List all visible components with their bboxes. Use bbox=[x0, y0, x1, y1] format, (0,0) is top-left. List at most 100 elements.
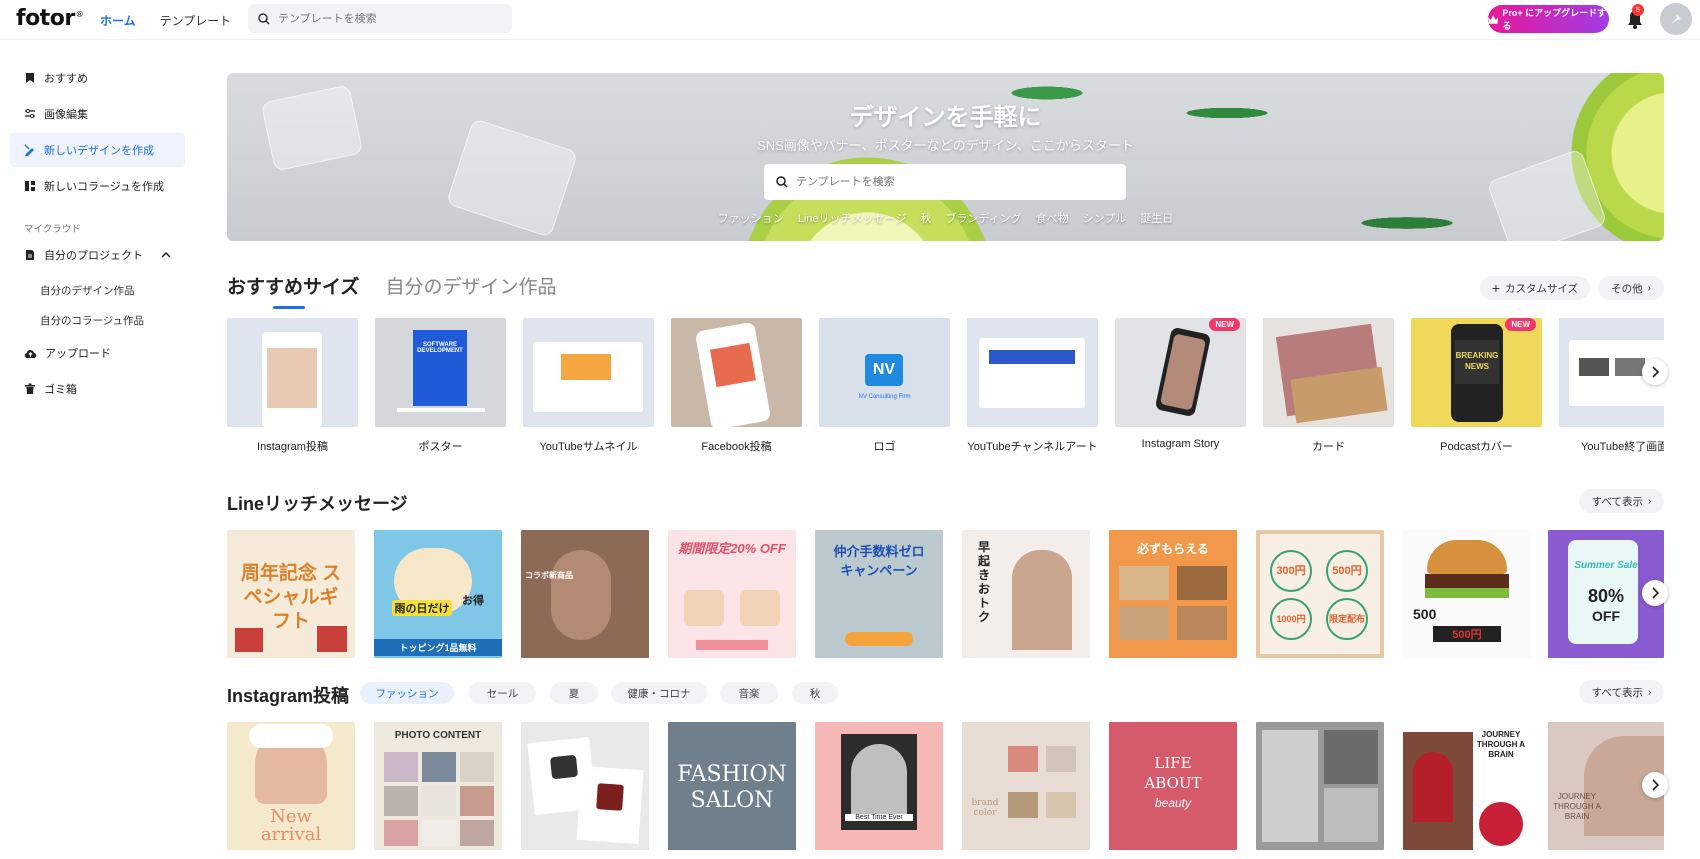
template-text: コラボ新商品 bbox=[525, 571, 573, 580]
line-next-arrow[interactable] bbox=[1642, 580, 1668, 606]
size-card-label: YouTubeチャンネルアート bbox=[967, 441, 1098, 453]
chip-sale[interactable]: セール bbox=[469, 682, 536, 704]
sidebar-item-upload[interactable]: アップロード bbox=[10, 336, 185, 370]
template-text: 早起きおトク bbox=[977, 540, 990, 624]
hero-tag[interactable]: 秋 bbox=[920, 210, 931, 226]
chip-fashion[interactable]: ファッション bbox=[360, 682, 454, 704]
instagram-template-card[interactable]: Best Time Ever bbox=[815, 722, 943, 850]
size-card-youtube-channel-art[interactable]: YouTubeチャンネルアート bbox=[967, 318, 1098, 454]
line-template-card[interactable]: 早起きおトク bbox=[962, 530, 1090, 658]
top-search-input[interactable] bbox=[278, 12, 498, 25]
hero-tag[interactable]: 誕生日 bbox=[1140, 210, 1173, 226]
size-card-youtube-thumbnail[interactable]: YouTubeサムネイル bbox=[523, 318, 654, 454]
line-template-card[interactable]: 300円 500円 1000円 限定配布 bbox=[1256, 530, 1384, 658]
size-section-tabs: おすすめサイズ 自分のデザイン作品 bbox=[227, 272, 556, 309]
size-thumb bbox=[671, 318, 802, 427]
instagram-template-card[interactable] bbox=[521, 722, 649, 850]
search-icon bbox=[776, 176, 788, 188]
sidebar-item-label: アップロード bbox=[45, 348, 111, 360]
instagram-template-card[interactable]: New arrival bbox=[227, 722, 355, 850]
size-thumb bbox=[967, 318, 1098, 427]
plus-icon: + bbox=[1491, 280, 1500, 296]
line-template-card[interactable]: 500 500円 bbox=[1403, 530, 1531, 658]
nav-templates[interactable]: テンプレート bbox=[160, 12, 232, 29]
line-view-all-button[interactable]: すべて表示 › bbox=[1579, 489, 1664, 513]
instagram-template-card[interactable]: brand color bbox=[962, 722, 1090, 850]
nav-home[interactable]: ホーム bbox=[100, 12, 136, 29]
hero-title: デザインを手軽に bbox=[849, 104, 1042, 131]
template-text: LIFE bbox=[1154, 754, 1192, 772]
line-template-card[interactable]: コラボ新商品 bbox=[521, 530, 649, 658]
hero-tag[interactable]: シンプル bbox=[1083, 210, 1127, 226]
chip-health[interactable]: 健康・コロナ bbox=[611, 682, 707, 704]
sidebar-item-label: おすすめ bbox=[44, 73, 88, 85]
sidebar-item-label: 画像編集 bbox=[44, 109, 88, 121]
instagram-template-card[interactable]: LIFE ABOUT beauty bbox=[1109, 722, 1237, 850]
more-sizes-button[interactable]: その他 › bbox=[1598, 276, 1664, 300]
template-text: 500円 bbox=[1433, 626, 1501, 642]
sidebar-item-recommended[interactable]: おすすめ bbox=[10, 61, 185, 95]
hero-tag[interactable]: ファッション bbox=[718, 210, 784, 226]
chevron-up-icon[interactable] bbox=[161, 251, 171, 258]
size-card-facebook[interactable]: Facebook投稿 bbox=[671, 318, 802, 454]
template-text: JOURNEY THROUGH A BRAIN bbox=[1476, 730, 1526, 759]
line-section-title: Lineリッチメッセージ bbox=[227, 494, 408, 514]
template-text: 周年記念 スペシャルギフト bbox=[240, 563, 342, 632]
instagram-next-arrow[interactable] bbox=[1642, 772, 1668, 798]
size-card-instagram-story[interactable]: NEW Instagram Story bbox=[1115, 318, 1246, 450]
sidebar-item-new-design[interactable]: 新しいデザインを作成 bbox=[10, 133, 185, 167]
size-card-youtube-end-screen[interactable]: YouTube終了画面 bbox=[1559, 318, 1664, 454]
sidebar-sub-my-collages[interactable]: 自分のコラージュ作品 bbox=[40, 313, 144, 328]
custom-size-button[interactable]: + カスタムサイズ bbox=[1480, 276, 1590, 300]
chip-autumn[interactable]: 秋 bbox=[792, 682, 838, 704]
instagram-template-card[interactable]: JOURNEY THROUGH A BRAIN bbox=[1403, 722, 1531, 850]
size-thumb bbox=[1263, 318, 1394, 427]
instagram-template-card[interactable]: FASHION SALON bbox=[668, 722, 796, 850]
hero-tag[interactable]: 食べ物 bbox=[1036, 210, 1069, 226]
sidebar-item-photo-edit[interactable]: 画像編集 bbox=[10, 97, 185, 131]
upgrade-pro-button[interactable]: Pro+ にアップグレードする bbox=[1488, 5, 1609, 33]
notification-badge: 5 bbox=[1632, 4, 1644, 16]
fotor-logo[interactable]: fotor® bbox=[16, 6, 84, 31]
line-template-card[interactable]: 必ずもらえる bbox=[1109, 530, 1237, 658]
chevron-right-icon: › bbox=[1648, 686, 1652, 698]
template-text: 500円 bbox=[1326, 550, 1368, 592]
hero-search-input[interactable] bbox=[796, 176, 1096, 188]
template-text: 必ずもらえる bbox=[1137, 542, 1209, 556]
line-template-card[interactable]: 仲介手数料ゼロ キャンペーン bbox=[815, 530, 943, 658]
size-card-podcast-cover[interactable]: BREAKING NEWS NEW Podcastカバー bbox=[1411, 318, 1542, 454]
sidebar-sub-my-designs[interactable]: 自分のデザイン作品 bbox=[40, 283, 135, 298]
hero-tag[interactable]: ブランディング bbox=[945, 210, 1021, 226]
sidebar-item-new-collage[interactable]: 新しいコラージュを作成 bbox=[10, 169, 185, 203]
size-thumb: NV NV Consulting Firm bbox=[819, 318, 950, 427]
hero-tag[interactable]: Lineリッチメッセージ bbox=[798, 210, 907, 226]
sidebar-item-my-projects[interactable]: 自分のプロジェクト bbox=[10, 238, 185, 272]
logo-thumb-subtext: NV Consulting Firm bbox=[858, 394, 911, 400]
sidebar-item-trash[interactable]: ゴミ箱 bbox=[10, 372, 185, 406]
size-card-card[interactable]: カード bbox=[1263, 318, 1394, 454]
template-text: 1000円 bbox=[1270, 598, 1312, 640]
size-card-logo[interactable]: NV NV Consulting Firm ロゴ bbox=[819, 318, 950, 454]
template-text: 仲介手数料ゼロ bbox=[833, 544, 925, 559]
top-search-box[interactable] bbox=[248, 4, 512, 33]
line-template-card[interactable]: 期間限定20% OFF bbox=[668, 530, 796, 658]
line-template-card[interactable]: 周年記念 スペシャルギフト bbox=[227, 530, 355, 658]
instagram-template-card[interactable] bbox=[1256, 722, 1384, 850]
size-thumb bbox=[523, 318, 654, 427]
chip-summer[interactable]: 夏 bbox=[550, 682, 598, 704]
chip-music[interactable]: 音楽 bbox=[720, 682, 778, 704]
sizes-next-arrow[interactable] bbox=[1642, 359, 1668, 385]
size-thumb: BREAKING NEWS bbox=[1411, 318, 1542, 427]
size-card-instagram[interactable]: Instagram投稿 bbox=[227, 318, 358, 454]
instagram-view-all-button[interactable]: すべて表示 › bbox=[1579, 680, 1664, 704]
tab-my-designs[interactable]: 自分のデザイン作品 bbox=[385, 272, 556, 299]
hero-search-box[interactable] bbox=[764, 164, 1126, 200]
line-template-card[interactable]: 雨の日だけ お得 トッピング1品無料 bbox=[374, 530, 502, 658]
size-thumb bbox=[227, 318, 358, 427]
size-card-poster[interactable]: SOFTWARE DEVELOPMENT ポスター bbox=[375, 318, 506, 454]
instagram-template-card[interactable]: PHOTO CONTENT bbox=[374, 722, 502, 850]
view-all-label: すべて表示 bbox=[1591, 495, 1643, 508]
tab-recommended-sizes[interactable]: おすすめサイズ bbox=[227, 272, 359, 309]
user-avatar[interactable] bbox=[1660, 3, 1692, 35]
custom-size-label: カスタムサイズ bbox=[1505, 282, 1579, 295]
